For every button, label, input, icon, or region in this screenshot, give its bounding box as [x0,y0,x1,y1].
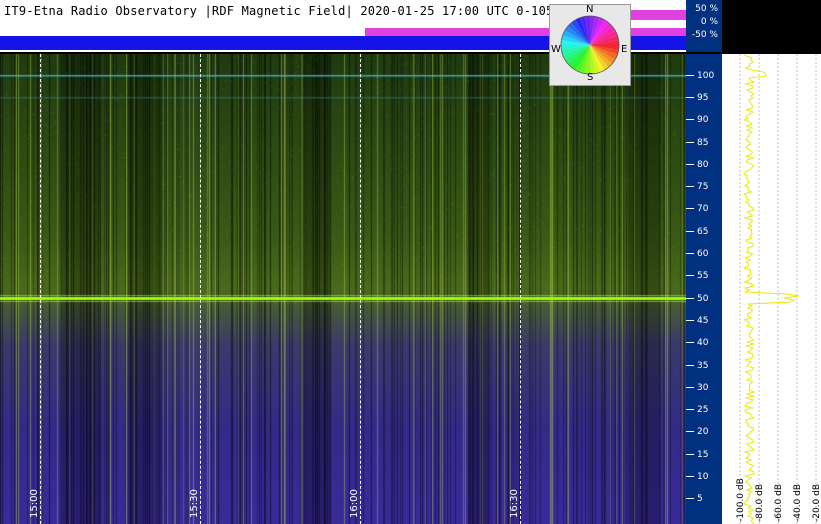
profile-trace [742,54,800,524]
frequency-label: 35 [697,361,709,371]
time-gridline [520,54,521,524]
frequency-label: 40 [697,338,709,348]
percent-axis: 50 % 0 % -50 % [686,0,722,52]
time-gridline [360,54,361,524]
frequency-label: 15 [697,450,709,460]
corner-blank [722,0,821,54]
db-label: -20.0 dB [812,483,821,522]
spectrogram-canvas [0,54,686,524]
frequency-label: 5 [697,494,703,504]
frequency-label: 25 [697,405,709,415]
frequency-label: 50 [697,294,709,304]
frequency-axis: 100 95 90 85 80 75 70 65 60 55 50 45 40 … [686,54,722,524]
frequency-label: 85 [697,138,709,148]
time-label: 16:00 [349,489,360,518]
percent-label: 0 % [700,17,718,27]
time-gridline [200,54,201,524]
percent-label: -50 % [691,30,718,40]
spectrogram-area [0,54,686,524]
frequency-label: 30 [697,383,709,393]
frequency-label: 80 [697,160,709,170]
frequency-label: 65 [697,227,709,237]
db-label: -60.0 dB [774,483,784,522]
frequency-label: 60 [697,249,709,259]
time-gridline [40,54,41,524]
strip-segment [365,28,686,36]
time-label: 16:30 [509,489,520,518]
page-title: IT9-Etna Radio Observatory |RDF Magnetic… [4,4,576,18]
db-label: -40.0 dB [793,483,803,522]
percent-label: 50 % [695,4,718,14]
time-label: 15:30 [189,489,200,518]
frequency-label: 45 [697,316,709,326]
frequency-label: 10 [697,472,709,482]
frequency-label: 75 [697,182,709,192]
spectrogram-window: IT9-Etna Radio Observatory |RDF Magnetic… [0,0,821,524]
spectrum-profile: -100.0 dB -80.0 dB -60.0 dB -40.0 dB -20… [722,54,821,524]
frequency-label: 95 [697,93,709,103]
compass-north: N [586,4,594,15]
frequency-label: 20 [697,427,709,437]
direction-compass: N S E W [549,4,631,86]
frequency-label: 55 [697,271,709,281]
frequency-label: 70 [697,204,709,214]
compass-south: S [587,72,594,83]
compass-west: W [551,44,561,55]
time-label: 15:00 [29,489,40,518]
strip-segment [630,10,686,20]
compass-east: E [621,44,628,55]
db-label: -80.0 dB [755,483,765,522]
frequency-label: 90 [697,115,709,125]
profile-plot [739,54,817,524]
frequency-label: 100 [697,71,715,81]
db-label: -100.0 dB [736,478,746,522]
